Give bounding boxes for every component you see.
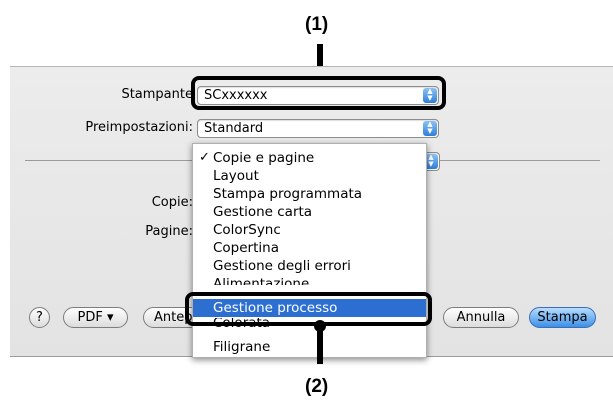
help-button[interactable]: ? bbox=[29, 307, 50, 328]
menu-item-gestione-errori[interactable]: Gestione degli errori bbox=[193, 257, 426, 275]
menu-item-layout[interactable]: Layout bbox=[193, 167, 426, 185]
print-button[interactable]: Stampa bbox=[529, 307, 596, 328]
menu-item-label: Stampa programmata bbox=[213, 186, 363, 202]
menu-item-label: ColorSync bbox=[213, 222, 281, 238]
menu-item-label: Filigrane bbox=[213, 339, 271, 355]
callout-label-2: (2) bbox=[305, 376, 329, 397]
menu-item-label: Copertina bbox=[213, 240, 279, 256]
menu-item-label: Alimentazione bbox=[213, 276, 310, 285]
highlight-menu-item bbox=[185, 292, 432, 326]
popup-arrows-icon: ▲ ▼ bbox=[423, 121, 437, 136]
pages-label: Pagine: bbox=[145, 224, 193, 239]
menu-item-copertina[interactable]: Copertina bbox=[193, 239, 426, 257]
printer-label: Stampante bbox=[121, 87, 193, 102]
menu-item-stampa-programmata[interactable]: Stampa programmata bbox=[193, 185, 426, 203]
menu-item-copie-pagine[interactable]: ✓ Copie e pagine bbox=[193, 149, 426, 167]
menu-item-alimentazione[interactable]: Alimentazione bbox=[193, 275, 426, 285]
menu-item-label: Layout bbox=[213, 168, 259, 184]
menu-item-label: Gestione carta bbox=[213, 204, 313, 220]
cancel-button[interactable]: Annulla bbox=[443, 307, 519, 328]
copies-label: Copie: bbox=[151, 195, 193, 210]
callout-line-2 bbox=[317, 326, 323, 364]
presets-label: Preimpostazioni: bbox=[85, 120, 193, 135]
menu-item-label: Copie e pagine bbox=[213, 150, 315, 166]
menu-item-gestione-carta[interactable]: Gestione carta bbox=[193, 203, 426, 221]
separator-left bbox=[25, 160, 200, 161]
pdf-button[interactable]: PDF ▾ bbox=[63, 307, 128, 328]
presets-value: Standard bbox=[204, 121, 264, 136]
highlight-printer-popup bbox=[191, 76, 446, 110]
separator-right bbox=[440, 160, 600, 161]
callout-label-1: (1) bbox=[305, 14, 329, 35]
menu-item-colorsync[interactable]: ColorSync bbox=[193, 221, 426, 239]
checkmark-icon: ✓ bbox=[199, 150, 210, 165]
menu-item-filigrane[interactable]: Filigrane bbox=[193, 338, 426, 356]
presets-popup[interactable]: Standard ▲ ▼ bbox=[197, 119, 439, 138]
menu-item-label: Gestione degli errori bbox=[213, 258, 351, 274]
